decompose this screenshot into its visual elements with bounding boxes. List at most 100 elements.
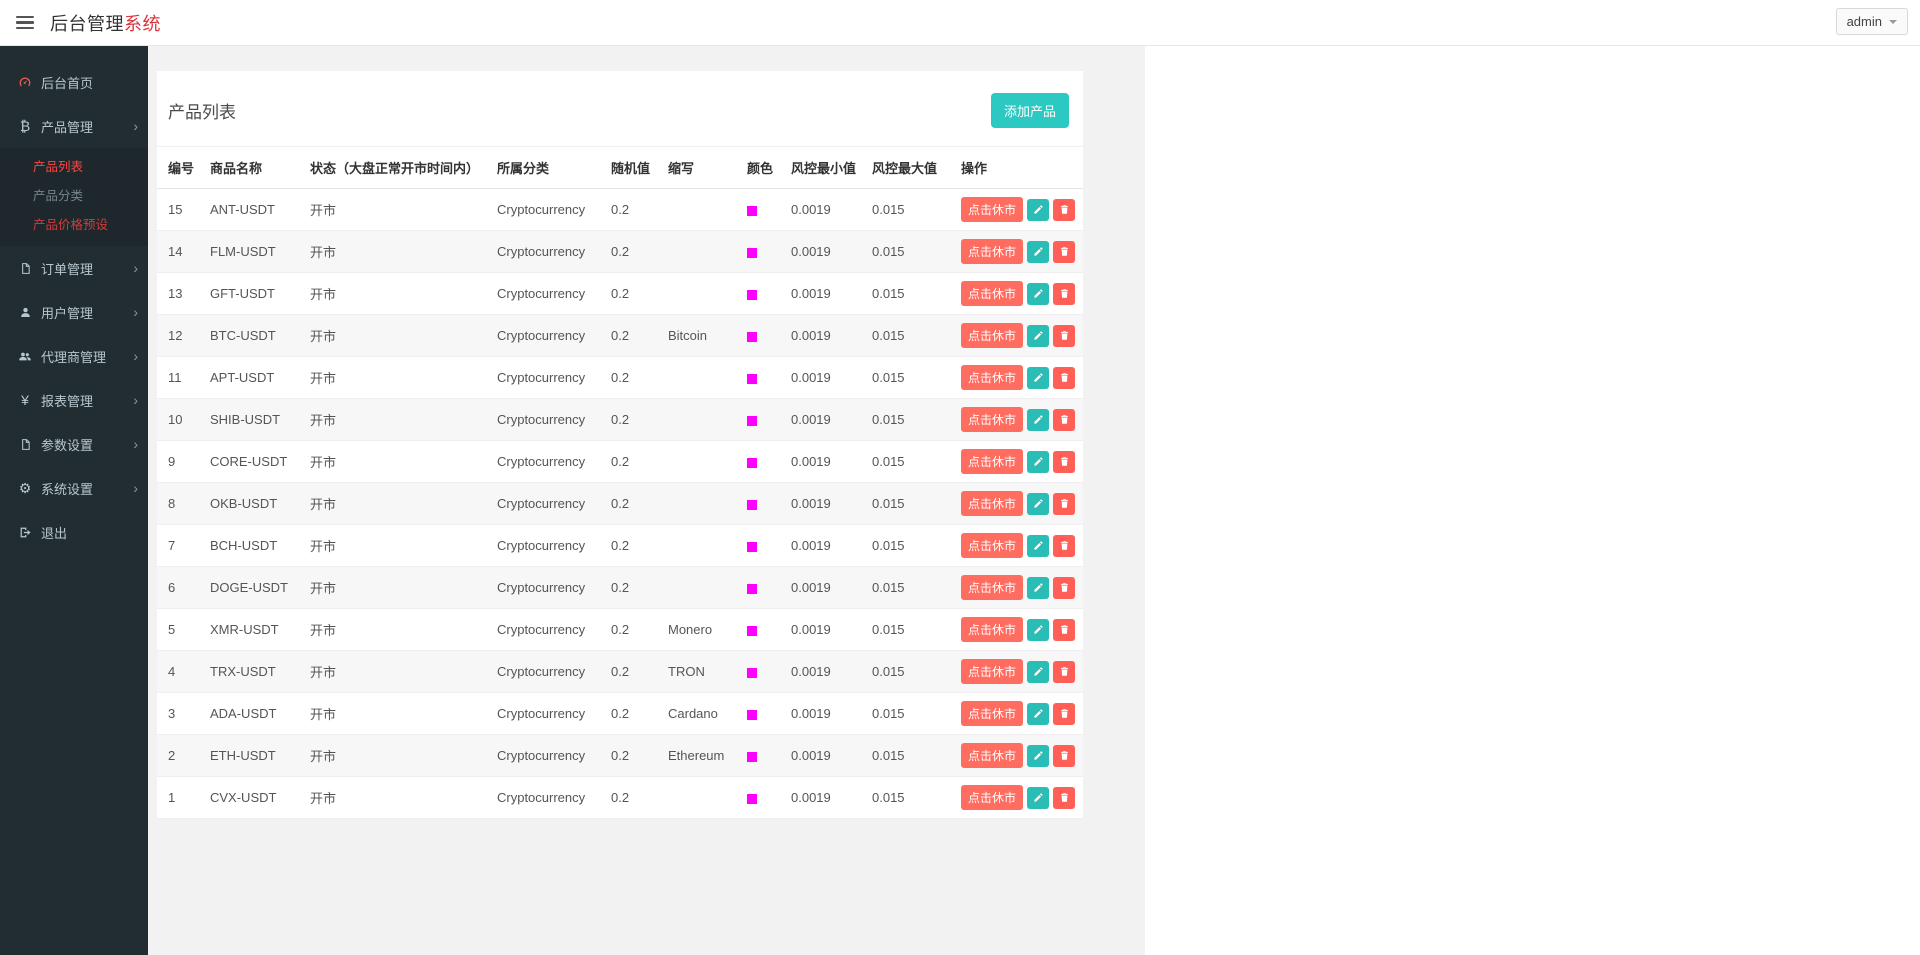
- delete-button[interactable]: [1053, 703, 1075, 725]
- cell-abbreviation: [660, 273, 739, 315]
- cell-name: CVX-USDT: [202, 777, 302, 819]
- sidebar-item-reports[interactable]: ¥ 报表管理 ›: [0, 378, 148, 422]
- delete-button[interactable]: [1053, 535, 1075, 557]
- edit-button[interactable]: [1027, 493, 1049, 515]
- cell-risk-min: 0.0019: [783, 189, 864, 231]
- edit-button[interactable]: [1027, 451, 1049, 473]
- close-market-button[interactable]: 点击休市: [961, 575, 1023, 600]
- cell-category: Cryptocurrency: [489, 609, 603, 651]
- delete-button[interactable]: [1053, 325, 1075, 347]
- delete-button[interactable]: [1053, 787, 1075, 809]
- delete-button[interactable]: [1053, 241, 1075, 263]
- close-market-button[interactable]: 点击休市: [961, 659, 1023, 684]
- close-market-button[interactable]: 点击休市: [961, 407, 1023, 432]
- edit-button[interactable]: [1027, 241, 1049, 263]
- user-menu[interactable]: admin: [1836, 8, 1908, 35]
- column-header: 随机值: [603, 147, 660, 189]
- close-market-button[interactable]: 点击休市: [961, 323, 1023, 348]
- close-market-button[interactable]: 点击休市: [961, 491, 1023, 516]
- edit-button[interactable]: [1027, 787, 1049, 809]
- cell-risk-max: 0.015: [864, 357, 953, 399]
- delete-button[interactable]: [1053, 283, 1075, 305]
- cell-id: 7: [157, 525, 202, 567]
- close-market-button[interactable]: 点击休市: [961, 239, 1023, 264]
- cell-abbreviation: [660, 441, 739, 483]
- sidebar-item-label: 报表管理: [41, 391, 93, 410]
- delete-button[interactable]: [1053, 661, 1075, 683]
- cell-id: 8: [157, 483, 202, 525]
- close-market-button[interactable]: 点击休市: [961, 701, 1023, 726]
- edit-button[interactable]: [1027, 577, 1049, 599]
- edit-button[interactable]: [1027, 703, 1049, 725]
- close-market-button[interactable]: 点击休市: [961, 281, 1023, 306]
- edit-button[interactable]: [1027, 619, 1049, 641]
- menu-toggle-icon[interactable]: [14, 12, 36, 34]
- sidebar-item-orders[interactable]: 订单管理 ›: [0, 246, 148, 290]
- edit-button[interactable]: [1027, 283, 1049, 305]
- sidebar-item-product-price-preset[interactable]: 产品价格预设: [0, 209, 148, 238]
- cell-risk-min: 0.0019: [783, 567, 864, 609]
- delete-button[interactable]: [1053, 619, 1075, 641]
- cell-name: SHIB-USDT: [202, 399, 302, 441]
- chevron-right-icon: ›: [133, 437, 138, 451]
- cell-abbreviation: [660, 399, 739, 441]
- color-swatch: [747, 290, 757, 300]
- sidebar-item-params[interactable]: 参数设置 ›: [0, 422, 148, 466]
- close-market-button[interactable]: 点击休市: [961, 197, 1023, 222]
- trash-icon: [1059, 498, 1070, 509]
- username: admin: [1847, 14, 1882, 29]
- cell-risk-max: 0.015: [864, 231, 953, 273]
- trash-icon: [1059, 372, 1070, 383]
- cell-risk-max: 0.015: [864, 525, 953, 567]
- cell-status: 开市: [302, 399, 489, 441]
- cell-name: APT-USDT: [202, 357, 302, 399]
- sidebar-item-settings[interactable]: ⚙ 系统设置 ›: [0, 466, 148, 510]
- edit-button[interactable]: [1027, 535, 1049, 557]
- sidebar-item-agents[interactable]: 代理商管理 ›: [0, 334, 148, 378]
- add-product-button[interactable]: 添加产品: [991, 93, 1069, 128]
- edit-button[interactable]: [1027, 745, 1049, 767]
- edit-button[interactable]: [1027, 661, 1049, 683]
- sidebar-item-logout[interactable]: 退出: [0, 510, 148, 554]
- color-swatch: [747, 752, 757, 762]
- close-market-button[interactable]: 点击休市: [961, 785, 1023, 810]
- close-market-button[interactable]: 点击休市: [961, 743, 1023, 768]
- close-market-button[interactable]: 点击休市: [961, 449, 1023, 474]
- sidebar-item-products[interactable]: ₿ 产品管理 ›: [0, 104, 148, 148]
- cell-color: [739, 357, 783, 399]
- pencil-icon: [1033, 204, 1044, 215]
- cell-random-value: 0.2: [603, 609, 660, 651]
- trash-icon: [1059, 288, 1070, 299]
- sidebar-item-label: 系统设置: [41, 479, 93, 498]
- delete-button[interactable]: [1053, 745, 1075, 767]
- color-swatch: [747, 416, 757, 426]
- close-market-button[interactable]: 点击休市: [961, 365, 1023, 390]
- cell-risk-min: 0.0019: [783, 693, 864, 735]
- delete-button[interactable]: [1053, 367, 1075, 389]
- sidebar-item-product-list[interactable]: 产品列表: [0, 151, 148, 180]
- cell-random-value: 0.2: [603, 231, 660, 273]
- close-market-button[interactable]: 点击休市: [961, 533, 1023, 558]
- cell-color: [739, 189, 783, 231]
- sidebar-item-users[interactable]: 用户管理 ›: [0, 290, 148, 334]
- edit-button[interactable]: [1027, 325, 1049, 347]
- delete-button[interactable]: [1053, 451, 1075, 473]
- delete-button[interactable]: [1053, 409, 1075, 431]
- cell-abbreviation: [660, 189, 739, 231]
- cell-name: ETH-USDT: [202, 735, 302, 777]
- close-market-button[interactable]: 点击休市: [961, 617, 1023, 642]
- cell-category: Cryptocurrency: [489, 651, 603, 693]
- delete-button[interactable]: [1053, 577, 1075, 599]
- delete-button[interactable]: [1053, 199, 1075, 221]
- edit-button[interactable]: [1027, 409, 1049, 431]
- delete-button[interactable]: [1053, 493, 1075, 515]
- cell-color: [739, 399, 783, 441]
- sidebar-item-label: 退出: [41, 523, 67, 542]
- cell-color: [739, 273, 783, 315]
- sidebar-item-product-category[interactable]: 产品分类: [0, 180, 148, 209]
- sidebar-item-dashboard[interactable]: 后台首页: [0, 60, 148, 104]
- cell-risk-min: 0.0019: [783, 609, 864, 651]
- edit-button[interactable]: [1027, 367, 1049, 389]
- sidebar-item-label: 订单管理: [41, 259, 93, 278]
- edit-button[interactable]: [1027, 199, 1049, 221]
